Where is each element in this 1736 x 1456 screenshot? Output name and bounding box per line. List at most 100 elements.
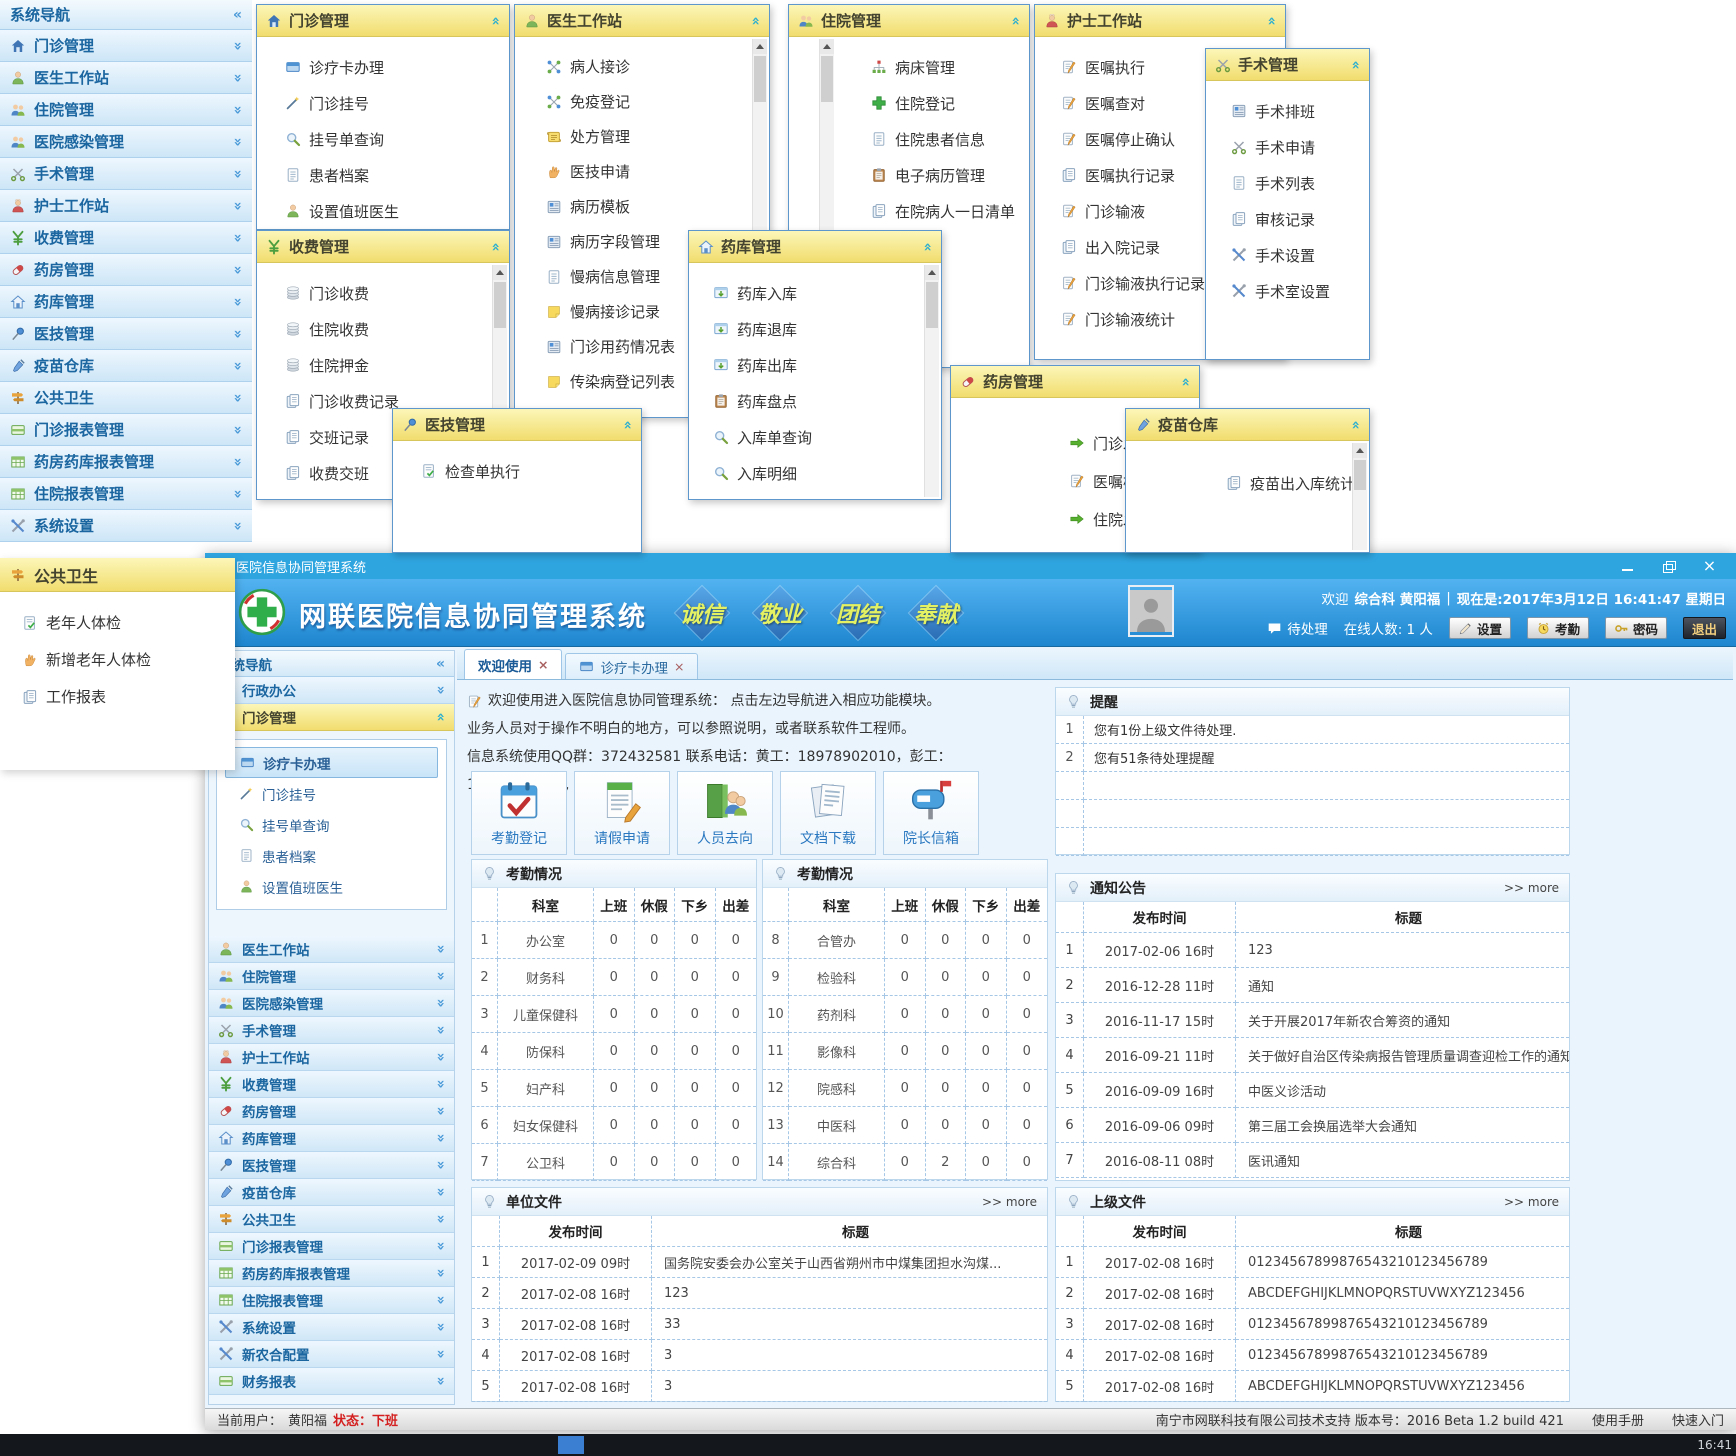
notice-row[interactable]: 7 2016-08-11 08时 医讯通知	[1056, 1143, 1569, 1178]
menu-item[interactable]: 病床管理	[871, 49, 1029, 85]
scroll-thumb[interactable]	[754, 56, 766, 102]
shortcut-button[interactable]: 文档下载	[780, 771, 876, 855]
scrollbar[interactable]	[1352, 443, 1367, 550]
file-row[interactable]: 5 2017-02-08 16时 3	[472, 1371, 1047, 1402]
restore-icon[interactable]	[1661, 559, 1676, 574]
scroll-thumb[interactable]	[821, 56, 833, 102]
panel-header[interactable]: 疫苗仓库	[1126, 409, 1369, 441]
sidebar-item[interactable]: 药房药库报表管理	[0, 446, 252, 478]
sidebar-item[interactable]: 药库管理	[0, 286, 252, 318]
inner-nav-item[interactable]: 药房管理	[209, 1098, 454, 1125]
file-row[interactable]: 3 2017-02-08 16时 01234567899876543210123…	[1056, 1309, 1569, 1340]
panel-header[interactable]: 药房管理	[951, 366, 1199, 398]
menu-item[interactable]: 手术申请	[1231, 129, 1369, 165]
inner-nav-item[interactable]: 财务报表	[209, 1368, 454, 1395]
collapse-up-icon[interactable]	[491, 240, 500, 254]
notice-row[interactable]: 3 2016-11-17 15时 关于开展2017年新农合筹资的通知	[1056, 1003, 1569, 1038]
inner-nav-item[interactable]: 新农合配置	[209, 1341, 454, 1368]
menu-item[interactable]: 挂号单查询	[285, 121, 509, 157]
inner-nav-item[interactable]: 住院报表管理	[209, 1287, 454, 1314]
menu-item[interactable]: 处方管理	[546, 119, 769, 154]
menu-item[interactable]: 免疫登记	[546, 84, 769, 119]
menu-item[interactable]: 疫苗出入库统计	[1226, 465, 1369, 501]
inner-nav-item[interactable]: 医生工作站	[209, 936, 454, 963]
shortcut-button[interactable]: 院长信箱	[883, 771, 979, 855]
menu-item[interactable]: 药库退库	[713, 311, 941, 347]
inner-nav-item[interactable]: 护士工作站	[209, 1044, 454, 1071]
shortcut-button[interactable]: 考勤登记	[471, 771, 567, 855]
panel-header[interactable]: 医技管理	[393, 409, 641, 441]
avatar[interactable]	[1128, 585, 1174, 637]
file-row[interactable]: 3 2017-02-08 16时 33	[472, 1309, 1047, 1340]
sidebar-item[interactable]: 医院感染管理	[0, 126, 252, 158]
inner-nav-item[interactable]: 药房药库报表管理	[209, 1260, 454, 1287]
password-button[interactable]: 密码	[1605, 617, 1667, 639]
reminder-row[interactable]: 2 您有51条待处理提醒	[1056, 744, 1569, 772]
menu-item[interactable]: 药库出库	[713, 347, 941, 383]
panel-header[interactable]: 医生工作站	[515, 5, 769, 37]
menu-item[interactable]: 病人接诊	[546, 49, 769, 84]
pending-link[interactable]: 待处理	[1267, 618, 1328, 638]
tab-close-icon[interactable]: ×	[674, 659, 684, 674]
collapse-up-icon[interactable]	[1351, 418, 1360, 432]
collapse-up-icon[interactable]	[751, 14, 760, 28]
submenu-item[interactable]: 门诊挂号	[225, 778, 438, 809]
inner-nav-item[interactable]: 手术管理	[209, 1017, 454, 1044]
file-row[interactable]: 4 2017-02-08 16时 01234567899876543210123…	[1056, 1340, 1569, 1371]
menu-item[interactable]: 检查单执行	[421, 453, 641, 489]
scroll-thumb[interactable]	[494, 282, 506, 328]
inner-nav-item[interactable]: 门诊报表管理	[209, 1233, 454, 1260]
file-row[interactable]: 1 2017-02-08 16时 01234567899876543210123…	[1056, 1247, 1569, 1278]
taskbar-app-item[interactable]	[558, 1436, 584, 1454]
scrollbar[interactable]	[924, 265, 939, 497]
submenu-item[interactable]: 设置值班医生	[225, 871, 438, 902]
menu-item[interactable]: 病历模板	[546, 189, 769, 224]
menu-item[interactable]: 住院押金	[285, 347, 509, 383]
submenu-item[interactable]: 挂号单查询	[225, 809, 438, 840]
scroll-up-icon[interactable]	[925, 265, 939, 280]
sidebar-item[interactable]: 护士工作站	[0, 190, 252, 222]
menu-item[interactable]: 手术列表	[1231, 165, 1369, 201]
menu-item[interactable]: 电子病历管理	[871, 157, 1029, 193]
logout-button[interactable]: 退出	[1683, 617, 1726, 639]
scroll-up-icon[interactable]	[753, 39, 767, 54]
inner-nav-item[interactable]: 医技管理	[209, 1152, 454, 1179]
panel-header[interactable]: 收费管理	[257, 231, 509, 263]
file-row[interactable]: 1 2017-02-09 09时 国务院安委会办公室关于山西省朔州市中煤集团担水…	[472, 1247, 1047, 1278]
more-link[interactable]: >> more	[1504, 881, 1559, 895]
public-health-header[interactable]: 公共卫生	[0, 558, 235, 592]
menu-item[interactable]: 住院收费	[285, 311, 509, 347]
inner-nav-item-admin[interactable]: 行政办公	[209, 677, 454, 704]
collapse-up-icon[interactable]	[491, 14, 500, 28]
collapse-up-icon[interactable]	[1181, 375, 1190, 389]
submenu-item[interactable]: 诊疗卡办理	[225, 747, 438, 778]
menu-item[interactable]: 设置值班医生	[285, 193, 509, 229]
collapse-up-icon[interactable]	[1267, 14, 1276, 28]
settings-button[interactable]: 设置	[1449, 617, 1511, 639]
tab-welcome[interactable]: 欢迎使用 ×	[464, 649, 562, 679]
tab-close-icon[interactable]: ×	[538, 657, 548, 672]
scroll-up-icon[interactable]	[820, 39, 834, 54]
collapse-up-icon[interactable]	[623, 418, 632, 432]
menu-item[interactable]: 新增老年人体检	[22, 641, 235, 678]
menu-item[interactable]: 手术室设置	[1231, 273, 1369, 309]
collapse-up-icon[interactable]	[923, 240, 932, 254]
menu-item[interactable]: 入库明细	[713, 455, 941, 491]
inner-nav-item[interactable]: 医院感染管理	[209, 990, 454, 1017]
menu-item[interactable]: 医技申请	[546, 154, 769, 189]
shortcut-button[interactable]: 请假申请	[574, 771, 670, 855]
sidebar-item[interactable]: 门诊报表管理	[0, 414, 252, 446]
menu-item[interactable]: 在院病人一日清单	[871, 193, 1029, 229]
notice-row[interactable]: 4 2016-09-21 11时 关于做好自治区传染病报告管理质量调查迎检工作的…	[1056, 1038, 1569, 1073]
sidebar-item[interactable]: 医生工作站	[0, 62, 252, 94]
menu-item[interactable]: 入库单查询	[713, 419, 941, 455]
file-row[interactable]: 5 2017-02-08 16时 ABCDEFGHIJKLMNOPQRSTUVW…	[1056, 1371, 1569, 1402]
menu-item[interactable]: 手术排班	[1231, 93, 1369, 129]
menu-item[interactable]: 门诊挂号	[285, 85, 509, 121]
reminder-row[interactable]: 1 您有1份上级文件待处理.	[1056, 716, 1569, 744]
menu-item[interactable]: 患者档案	[285, 157, 509, 193]
sidebar-item[interactable]: 住院管理	[0, 94, 252, 126]
menu-item[interactable]: 诊疗卡办理	[285, 49, 509, 85]
sidebar-item[interactable]: 手术管理	[0, 158, 252, 190]
notice-row[interactable]: 6 2016-09-06 09时 第三届工会换届选举大会通知	[1056, 1108, 1569, 1143]
